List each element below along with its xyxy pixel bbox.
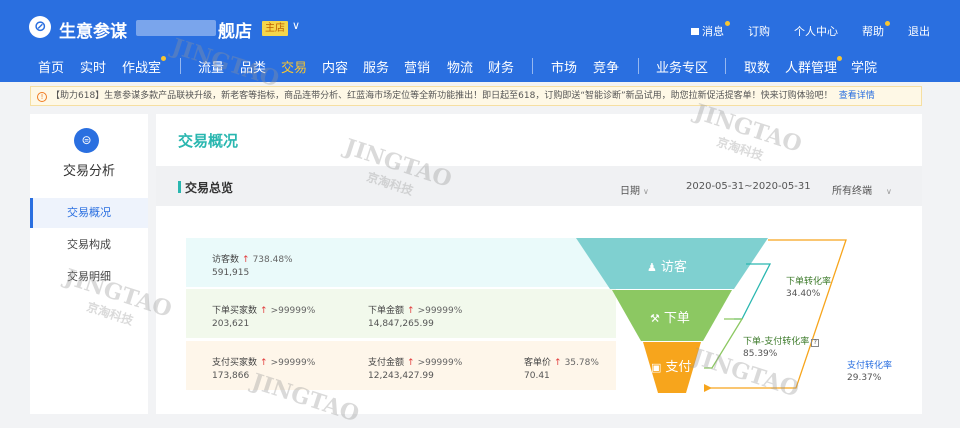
nav-data-fetch[interactable]: 取数: [744, 57, 770, 76]
app-title[interactable]: 生意参谋: [59, 17, 127, 42]
terminal-select[interactable]: 所有终端 ∨: [832, 182, 892, 197]
nav-divider: [532, 58, 533, 74]
conv-order-pay-rate: 下单-支付转化率? 85.39%: [743, 336, 820, 360]
nav-finance[interactable]: 财务: [488, 57, 514, 76]
user-icon: ♟: [647, 261, 657, 274]
sidebar-item-overview[interactable]: 交易概况: [30, 198, 148, 228]
nav-marketing[interactable]: 营销: [404, 57, 430, 76]
nav-realtime[interactable]: 实时: [80, 57, 106, 76]
nav-crowd-management[interactable]: 人群管理: [785, 56, 843, 76]
wallet-icon: ▣: [651, 361, 662, 374]
metric-pay-amount[interactable]: 支付金额 ↑ >99999% 12,243,427.99: [368, 355, 462, 381]
nav-business-zone[interactable]: 业务专区: [656, 57, 708, 76]
top-header: ⊘ 生意参谋 舰店 主店 ∨ 消息 订购 个人中心 帮助 退出: [0, 0, 960, 48]
nav-war-room[interactable]: 作战室: [122, 56, 167, 76]
order-pay-line: [704, 318, 744, 369]
message-icon: [691, 28, 699, 35]
store-name[interactable]: 舰店: [218, 17, 252, 42]
nav-logistics[interactable]: 物流: [447, 57, 473, 76]
profile-link[interactable]: 个人中心: [794, 23, 838, 39]
funnel-label-order: ⚒ 下单: [650, 311, 690, 326]
nav-category[interactable]: 品类: [240, 57, 266, 76]
metric-visitors[interactable]: 访客数 ↑ 738.48% 591,915: [212, 252, 293, 278]
top-links: 消息 订购 个人中心 帮助 退出: [667, 21, 930, 39]
metric-order-buyers[interactable]: 下单买家数 ↑ >99999% 203,621: [212, 303, 315, 329]
messages-link[interactable]: 消息: [691, 21, 730, 39]
arrow-up-icon: ↑: [260, 358, 268, 368]
nav-service[interactable]: 服务: [363, 57, 389, 76]
order-row: 下单买家数 ↑ >99999% 203,621 下单金额 ↑ >99999% 14,84…: [186, 289, 616, 338]
section-label: 交易总览: [185, 181, 234, 195]
store-tag-badge: 主店: [262, 21, 288, 36]
help-icon: ?: [811, 339, 820, 347]
help-link[interactable]: 帮助: [862, 21, 890, 39]
chevron-down-icon: ∨: [643, 187, 649, 196]
nav-divider: [180, 58, 181, 74]
nav-divider: [725, 58, 726, 74]
store-name-redacted: [136, 20, 216, 36]
funnel-label-pay: ▣ 支付: [651, 360, 692, 375]
hammer-icon: ⚒: [650, 312, 660, 325]
section-header: 交易总览 日期 ∨ 2020-05-31~2020-05-31 所有终端 ∨: [156, 166, 922, 206]
metric-unit-price[interactable]: 客单价 ↑ 35.78% 70.41: [524, 355, 599, 381]
nav-content[interactable]: 内容: [322, 57, 348, 76]
compass-icon[interactable]: ⊘: [29, 16, 51, 38]
arrow-up-icon: ↑: [407, 358, 415, 368]
pay-row: 支付买家数 ↑ >99999% 173,866 支付金额 ↑ >99999% 12,24…: [186, 341, 616, 390]
arrow-up-icon: ↑: [554, 358, 562, 368]
subscribe-link[interactable]: 订购: [748, 23, 770, 39]
order-rate-line: [734, 263, 772, 320]
arrow-up-icon: ↑: [407, 306, 415, 316]
metric-pay-buyers[interactable]: 支付买家数 ↑ >99999% 173,866: [212, 355, 315, 381]
info-icon: !: [37, 92, 47, 102]
date-type-select[interactable]: 日期 ∨: [620, 182, 649, 197]
chevron-down-icon[interactable]: ∨: [292, 19, 300, 32]
notice-banner: ! 【助力618】生意参谋多款产品联袂升级，新老客等指标，商品连带分析、红蓝海市场…: [30, 86, 922, 106]
nav-market[interactable]: 市场: [551, 57, 577, 76]
date-range[interactable]: 2020-05-31~2020-05-31: [686, 181, 811, 192]
metric-order-amount[interactable]: 下单金额 ↑ >99999% 14,847,265.99: [368, 303, 462, 329]
funnel-label-visit: ♟ 访客: [647, 260, 687, 275]
arrow-head: [704, 384, 712, 392]
nav-traffic[interactable]: 流量: [198, 57, 224, 76]
analysis-icon: ⊜: [74, 128, 99, 153]
chevron-down-icon: ∨: [886, 187, 892, 196]
nav-academy[interactable]: 学院: [851, 57, 877, 76]
conv-pay-rate: 支付转化率 29.37%: [847, 361, 893, 383]
main-panel: 交易概况 交易总览 日期 ∨ 2020-05-31~2020-05-31 所有终端…: [156, 114, 922, 414]
arrow-up-icon: ↑: [242, 255, 250, 265]
conv-order-rate: 下单转化率 34.40%: [786, 277, 832, 299]
nav-trade[interactable]: 交易: [281, 57, 307, 76]
main-nav: 首页 实时 作战室 流量 品类 交易 内容 服务 营销 物流 财务 市场 竞争 …: [0, 48, 960, 82]
page-title: 交易概况: [178, 132, 239, 150]
sidebar: ⊜ 交易分析 交易概况 交易构成 交易明细: [30, 114, 148, 414]
visit-row: 访客数 ↑ 738.48% 591,915: [186, 238, 616, 287]
nav-competition[interactable]: 竞争: [593, 57, 619, 76]
nav-divider: [638, 58, 639, 74]
pay-rate-line: [704, 239, 847, 389]
sidebar-item-details[interactable]: 交易明细: [30, 262, 148, 292]
logout-link[interactable]: 退出: [908, 23, 930, 39]
nav-home[interactable]: 首页: [38, 57, 64, 76]
notice-detail-link[interactable]: 查看详情: [839, 91, 875, 101]
notice-text: 【助力618】生意参谋多款产品联袂升级，新老客等指标，商品连带分析、红蓝海市场定…: [51, 91, 833, 101]
arrow-up-icon: ↑: [260, 306, 268, 316]
sidebar-title: 交易分析: [62, 164, 115, 179]
sidebar-item-composition[interactable]: 交易构成: [30, 230, 148, 260]
section-marker: [178, 181, 181, 193]
